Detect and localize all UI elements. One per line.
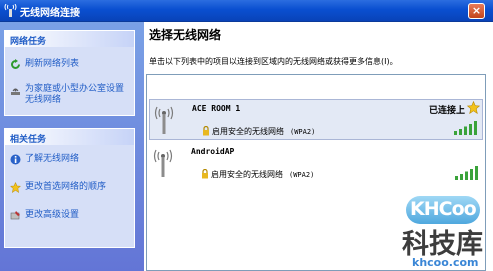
related-tasks-header: 相关任务	[5, 129, 134, 145]
lock-icon	[203, 126, 209, 136]
settings-icon	[10, 211, 20, 220]
network-tasks-panel: 网络任务 刷新网络列表 为家庭或小型办公室设置无线网络	[4, 30, 135, 116]
task-label: 更改首选网络的顺序	[25, 182, 107, 192]
security-protocol: (WPA2)	[289, 171, 315, 179]
task-change-advanced-settings[interactable]: 更改高级设置	[5, 210, 134, 221]
signal-strength-icon	[455, 166, 478, 180]
watermark: KHCoo 科技库 khcoo.com	[392, 196, 488, 271]
network-name: AndroidAP	[191, 147, 235, 156]
task-pane: 网络任务 刷新网络列表 为家庭或小型办公室设置无线网络 相关任务 了解无线网络 …	[0, 22, 144, 271]
page-title: 选择无线网络	[149, 28, 222, 42]
task-label: 更改高级设置	[25, 210, 80, 220]
connection-status: 已连接上	[428, 106, 465, 116]
title-bar: 无线网络连接 ×	[0, 0, 493, 22]
task-refresh-network-list[interactable]: 刷新网络列表	[5, 59, 134, 70]
star-icon	[10, 182, 21, 193]
task-learn-wireless[interactable]: 了解无线网络	[5, 154, 134, 165]
watermark-logo: KHCoo	[410, 198, 477, 220]
related-tasks-panel: 相关任务 了解无线网络 更改首选网络的顺序 更改高级设置	[4, 128, 135, 248]
security-label: 启用安全的无线网络	[212, 127, 284, 136]
window-title: 无线网络连接	[20, 8, 80, 19]
preferred-star-icon	[467, 101, 480, 114]
page-description: 单击以下列表中的项目以连接到区域内的无线网络或获得更多信息(I)。	[149, 57, 398, 66]
task-change-preferred-order[interactable]: 更改首选网络的顺序	[5, 182, 134, 193]
security-label: 启用安全的无线网络	[211, 170, 283, 179]
refresh-icon	[11, 59, 20, 69]
network-item-androidap[interactable]: AndroidAP 启用安全的无线网络 (WPA2)	[149, 143, 483, 184]
wireless-network-icon	[4, 4, 17, 17]
lock-icon	[202, 169, 208, 179]
signal-strength-icon	[454, 121, 477, 135]
network-name: ACE ROOM 1	[192, 104, 241, 113]
security-protocol: (WPA2)	[290, 128, 316, 136]
watermark-url: khcoo.com	[412, 256, 479, 269]
info-icon	[10, 154, 21, 165]
task-label: 刷新网络列表	[25, 59, 80, 69]
close-button[interactable]: ×	[468, 3, 485, 19]
wireless-antenna-icon	[154, 106, 174, 134]
task-label: 为家庭或小型办公室设置无线网络	[25, 84, 125, 105]
security-info: 启用安全的无线网络 (WPA2)	[211, 169, 314, 180]
wireless-antenna-icon	[153, 149, 173, 177]
task-label: 了解无线网络	[25, 154, 80, 164]
security-info: 启用安全的无线网络 (WPA2)	[212, 126, 315, 137]
task-setup-home-network[interactable]: 为家庭或小型办公室设置无线网络	[5, 84, 127, 106]
network-tasks-header: 网络任务	[5, 31, 134, 47]
setup-network-icon	[11, 88, 20, 95]
network-item-ace-room-1[interactable]: ACE ROOM 1 已连接上 启用安全的无线网络 (WPA2)	[149, 99, 483, 140]
